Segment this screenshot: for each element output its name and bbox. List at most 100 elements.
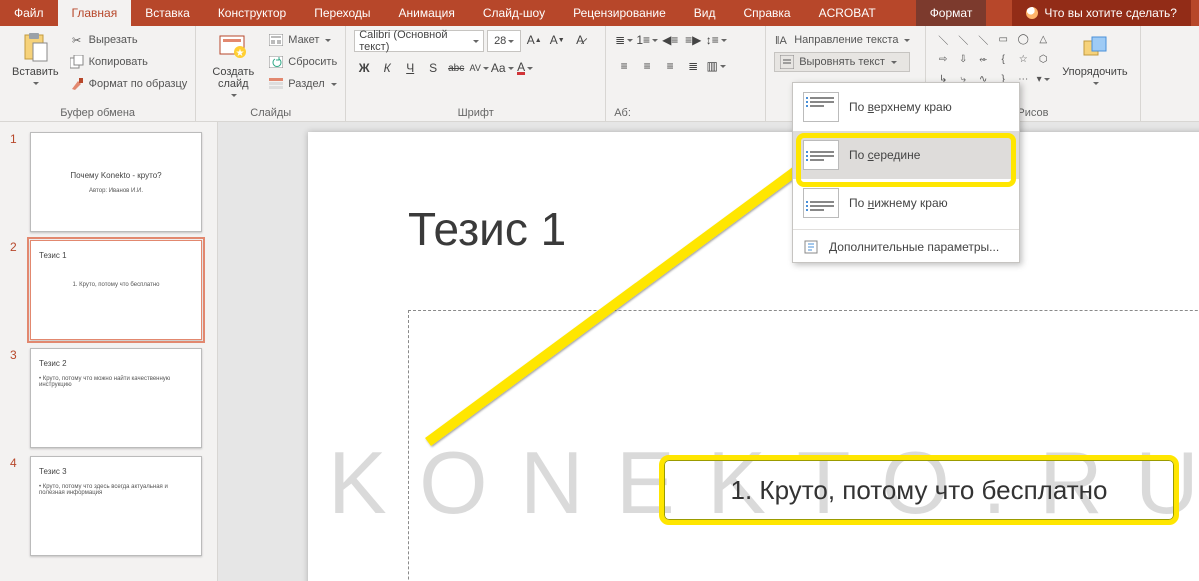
line-spacing-button[interactable]: ↕≡ xyxy=(706,30,726,50)
slide-thumb-2[interactable]: Тезис 1 1. Круто, потому что бесплатно xyxy=(30,240,202,340)
tab-insert[interactable]: Вставка xyxy=(131,0,204,26)
tab-format[interactable]: Формат xyxy=(916,0,987,26)
group-slides: ★ Создать слайд Макет Сбросить Раздел xyxy=(196,26,346,121)
tab-help[interactable]: Справка xyxy=(729,0,804,26)
slide[interactable]: Тезис 1 K O N E K T O . R U 1. Круто, по… xyxy=(308,132,1199,581)
bullets-button[interactable]: ≣ xyxy=(614,30,634,50)
shape-line3-icon[interactable]: ＼ xyxy=(974,30,992,48)
decrease-indent-button[interactable]: ◀≡ xyxy=(660,30,680,50)
decrease-font-button[interactable]: A▼ xyxy=(547,30,567,50)
shape-rect-icon[interactable]: ▭ xyxy=(994,30,1012,48)
strike-button[interactable]: abc xyxy=(446,58,466,78)
font-size-combo[interactable]: 28 xyxy=(487,30,521,52)
tab-home[interactable]: Главная xyxy=(58,0,132,26)
reset-icon xyxy=(268,54,284,70)
increase-indent-button[interactable]: ≡▶ xyxy=(683,30,703,50)
shape-line-icon[interactable]: ＼ xyxy=(934,30,952,48)
clear-formatting-button[interactable]: A̷ xyxy=(570,30,590,50)
align-right-button[interactable]: ≡ xyxy=(660,56,680,76)
copy-button[interactable]: Копировать xyxy=(69,52,188,72)
slide-thumb-1[interactable]: Почему Konekto - круто? Автор: Иванов И.… xyxy=(30,132,202,232)
shape-line2-icon[interactable]: ＼ xyxy=(954,30,972,48)
layout-icon xyxy=(268,32,284,48)
reset-button[interactable]: Сбросить xyxy=(268,52,337,72)
increase-font-button[interactable]: A▲ xyxy=(524,30,544,50)
highlighted-bullet-callout: 1. Круто, потому что бесплатно xyxy=(659,455,1179,525)
tab-transitions[interactable]: Переходы xyxy=(300,0,384,26)
char-spacing-button[interactable]: AV xyxy=(469,58,489,78)
menu-tabs: Файл Главная Вставка Конструктор Переход… xyxy=(0,0,1199,26)
underline-button[interactable]: Ч xyxy=(400,58,420,78)
shape-arrow-r-icon[interactable]: ⇨ xyxy=(934,50,952,68)
bold-button[interactable]: Ж xyxy=(354,58,374,78)
align-center-button[interactable]: ≡ xyxy=(637,56,657,76)
group-label-slides: Слайды xyxy=(204,105,337,119)
columns-icon: ▥ xyxy=(707,59,718,73)
align-middle-item[interactable]: По середине xyxy=(793,131,1019,179)
thumb-number: 3 xyxy=(10,348,24,448)
align-center-icon: ≡ xyxy=(644,59,651,73)
shape-star-icon[interactable]: ☆ xyxy=(1014,50,1032,68)
tell-me-search[interactable]: Что вы хотите сделать? xyxy=(1012,0,1191,26)
outdent-icon: ◀≡ xyxy=(662,33,678,47)
copy-icon xyxy=(69,54,85,70)
svg-text:‖A: ‖A xyxy=(775,35,788,47)
paste-icon xyxy=(19,32,51,64)
arrange-button[interactable]: Упорядочить xyxy=(1058,30,1131,88)
new-slide-icon: ★ xyxy=(217,32,249,64)
paste-button[interactable]: Вставить xyxy=(8,30,63,88)
tab-review[interactable]: Рецензирование xyxy=(559,0,680,26)
tab-file[interactable]: Файл xyxy=(0,0,58,26)
tab-animations[interactable]: Анимация xyxy=(385,0,469,26)
shape-more-button[interactable]: ▾ xyxy=(1034,70,1052,88)
tab-acrobat[interactable]: ACROBAT xyxy=(805,0,890,26)
format-painter-button[interactable]: Формат по образцу xyxy=(69,74,188,94)
cut-button[interactable]: ✂ Вырезать xyxy=(69,30,188,50)
shape-tri-icon[interactable]: △ xyxy=(1034,30,1052,48)
shape-brace-icon[interactable]: { xyxy=(994,50,1012,68)
align-middle-icon xyxy=(803,140,839,170)
change-case-button[interactable]: Aa xyxy=(492,58,512,78)
align-top-icon xyxy=(803,92,839,122)
eraser-icon: A̷ xyxy=(576,33,584,47)
numbering-button[interactable]: 1≡ xyxy=(637,30,657,50)
slide-thumb-3[interactable]: Тезис 2 • Круто, потому что можно найти … xyxy=(30,348,202,448)
section-button[interactable]: Раздел xyxy=(268,74,337,94)
font-name-combo[interactable]: Calibri (Основной текст) xyxy=(354,30,484,52)
indent-icon: ≡▶ xyxy=(685,33,701,47)
slide-thumb-4[interactable]: Тезис 3 • Круто, потому что здесь всегда… xyxy=(30,456,202,556)
content-placeholder[interactable] xyxy=(408,310,1199,581)
shadow-button[interactable]: S xyxy=(423,58,443,78)
align-left-icon: ≡ xyxy=(621,59,628,73)
line-spacing-icon: ↕≡ xyxy=(706,33,719,47)
shape-arrow-d-icon[interactable]: ⇩ xyxy=(954,50,972,68)
layout-button[interactable]: Макет xyxy=(268,30,337,50)
shape-callout-icon[interactable]: ⬰ xyxy=(974,50,992,68)
slide-title[interactable]: Тезис 1 xyxy=(408,202,566,256)
font-color-button[interactable]: A xyxy=(515,58,535,78)
new-slide-button[interactable]: ★ Создать слайд xyxy=(204,30,262,100)
thumb-number: 4 xyxy=(10,456,24,556)
italic-button[interactable]: К xyxy=(377,58,397,78)
tab-view[interactable]: Вид xyxy=(680,0,730,26)
align-more-options-item[interactable]: Дополнительные параметры... xyxy=(793,232,1019,262)
align-text-button[interactable]: Выровнять текст xyxy=(774,52,910,72)
columns-button[interactable]: ▥ xyxy=(706,56,726,76)
align-right-icon: ≡ xyxy=(667,59,674,73)
shapes-gallery[interactable]: ＼ ＼ ＼ ▭ ◯ △ ⇨ ⇩ ⬰ { ☆ ⬡ ↳ ⤷ ∿ } ⋯ ▾ xyxy=(934,30,1052,88)
align-bottom-item[interactable]: По нижнему краю xyxy=(793,179,1019,227)
align-top-item[interactable]: По верхнему краю xyxy=(793,83,1019,131)
group-label-paragraph: Аб: xyxy=(614,105,757,119)
svg-text:★: ★ xyxy=(236,48,245,59)
align-left-button[interactable]: ≡ xyxy=(614,56,634,76)
tab-design[interactable]: Конструктор xyxy=(204,0,300,26)
arrange-icon xyxy=(1079,32,1111,64)
slide-canvas[interactable]: Тезис 1 K O N E K T O . R U 1. Круто, по… xyxy=(218,122,1199,581)
text-direction-button[interactable]: ‖A Направление текста xyxy=(774,30,910,50)
shape-hex-icon[interactable]: ⬡ xyxy=(1034,50,1052,68)
justify-button[interactable]: ≣ xyxy=(683,56,703,76)
slide-thumbnails-pane[interactable]: 1 Почему Konekto - круто? Автор: Иванов … xyxy=(0,122,218,581)
tab-slideshow[interactable]: Слайд-шоу xyxy=(469,0,559,26)
shape-oval-icon[interactable]: ◯ xyxy=(1014,30,1032,48)
thumb-number: 2 xyxy=(10,240,24,340)
